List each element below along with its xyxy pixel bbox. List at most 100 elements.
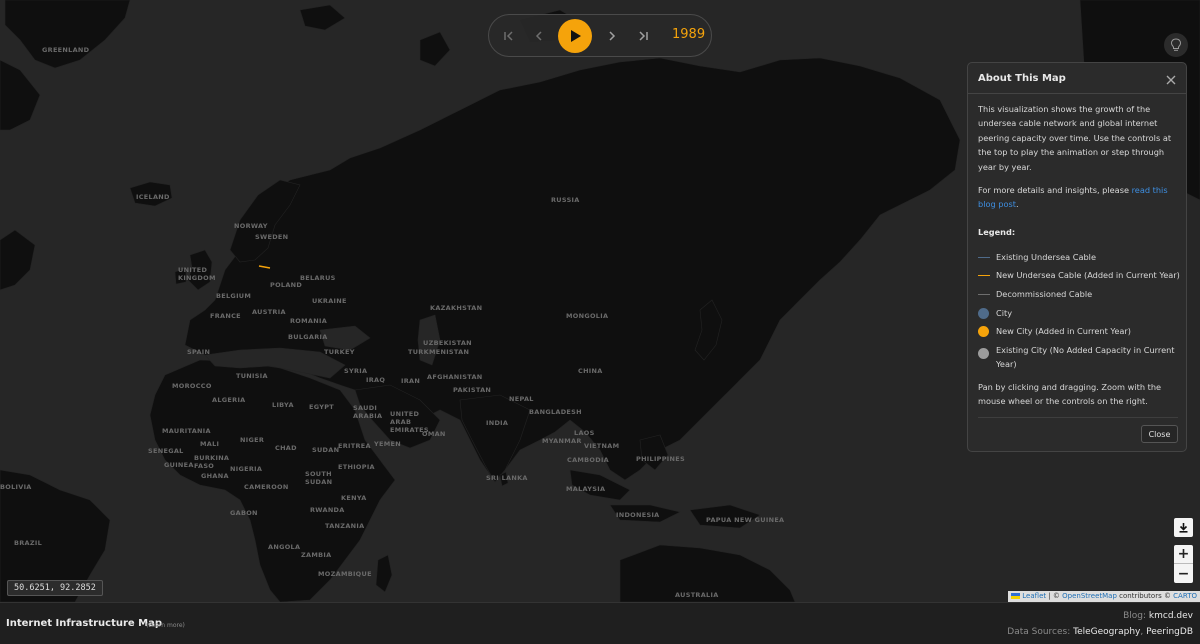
label-poland: POLAND xyxy=(270,281,303,289)
legend-label: Existing City (No Added Capacity in Curr… xyxy=(996,345,1175,369)
plus-icon: + xyxy=(1177,546,1190,562)
legend-city: City xyxy=(978,306,1012,320)
label-ethiopia: ETHIOPIA xyxy=(338,463,375,471)
leaflet-link[interactable]: Leaflet xyxy=(1022,592,1046,600)
label-bulgaria: BULGARIA xyxy=(288,333,328,341)
label-romania: ROMANIA xyxy=(290,317,328,325)
label-pakistan: PAKISTAN xyxy=(453,386,492,394)
label-egypt: EGYPT xyxy=(309,403,335,411)
label-rwanda: RWANDA xyxy=(310,506,345,514)
legend-existing-cable: Existing Undersea Cable xyxy=(978,250,1096,264)
existing-city-swatch xyxy=(978,348,989,359)
label-tanzania: TANZANIA xyxy=(325,522,365,530)
close-icon xyxy=(1166,75,1176,85)
attribution-sep: | © xyxy=(1046,592,1063,600)
legend-label: New City (Added in Current Year) xyxy=(996,326,1131,336)
label-srilanka: SRI LANKA xyxy=(486,474,528,482)
telegeography-link[interactable]: TeleGeography xyxy=(1073,627,1140,637)
previous-year-button[interactable] xyxy=(531,15,547,56)
skip-end-icon xyxy=(639,30,648,41)
play-icon xyxy=(571,30,581,42)
legend-label: New Undersea Cable (Added in Current Yea… xyxy=(996,270,1180,280)
label-syria: SYRIA xyxy=(344,367,368,375)
label-austria: AUSTRIA xyxy=(252,308,286,316)
label-saudi: SAUDI ARABIA xyxy=(353,404,383,420)
label-bangladesh: BANGLADESH xyxy=(529,408,582,416)
label-png: PAPUA NEW GUINEA xyxy=(706,516,785,524)
label-uk: UNITED KINGDOM xyxy=(178,266,216,282)
label-ghana: GHANA xyxy=(201,472,229,480)
label-iraq: IRAQ xyxy=(366,376,386,384)
learn-more-link[interactable]: (Learn more) xyxy=(146,622,185,629)
label-zambia: ZAMBIA xyxy=(301,551,332,559)
label-ukraine: UKRAINE xyxy=(312,297,347,305)
existing-cable-swatch xyxy=(978,256,990,258)
label-china: CHINA xyxy=(578,367,603,375)
label-indonesia: INDONESIA xyxy=(616,511,660,519)
zoom-in-button[interactable]: + xyxy=(1174,545,1193,564)
osm-link[interactable]: OpenStreetMap xyxy=(1062,592,1117,600)
legend-decommissioned-cable: Decommissioned Cable xyxy=(978,287,1092,301)
label-nigeria: NIGERIA xyxy=(230,465,263,473)
legend-new-city: New City (Added in Current Year) xyxy=(978,324,1131,338)
app-title: Internet Infrastructure Map xyxy=(6,618,163,629)
current-year: 1989 xyxy=(672,27,706,42)
new-cable-swatch xyxy=(978,274,990,276)
info-toggle-button[interactable] xyxy=(1164,33,1188,57)
label-turkmenistan: TURKMENISTAN xyxy=(408,348,470,356)
skip-to-end-button[interactable] xyxy=(633,15,653,56)
footer: Internet Infrastructure Map (Learn more)… xyxy=(0,602,1200,644)
label-guinea: GUINEA xyxy=(164,461,194,469)
label-iceland: ICELAND xyxy=(136,193,170,201)
label-bolivia: BOLIVIA xyxy=(0,483,32,491)
cursor-coordinates: 50.6251, 92.2852 xyxy=(7,580,103,596)
label-angola: ANGOLA xyxy=(268,543,301,551)
city-swatch xyxy=(978,307,989,319)
data-sources: Data Sources: TeleGeography, PeeringDB xyxy=(1007,627,1193,637)
label-yemen: YEMEN xyxy=(374,440,401,448)
label-australia: AUSTRALIA xyxy=(675,591,719,599)
label-greenland: GREENLAND xyxy=(42,46,90,54)
label-chad: CHAD xyxy=(275,444,297,452)
about-description: This visualization shows the growth of t… xyxy=(978,104,1172,172)
new-city-swatch xyxy=(978,325,989,337)
label-cambodia: CAMBODIA xyxy=(567,456,609,464)
flag-icon xyxy=(1011,593,1021,599)
blog-prefix: For more details and insights, please xyxy=(978,185,1132,195)
label-india: INDIA xyxy=(486,419,509,427)
label-france: FRANCE xyxy=(210,312,241,320)
skip-start-icon xyxy=(504,30,513,41)
sources-label: Data Sources: xyxy=(1007,627,1074,637)
legend-label: Existing Undersea Cable xyxy=(996,252,1096,262)
label-sudan: SUDAN xyxy=(312,446,340,454)
label-russia: RUSSIA xyxy=(551,196,580,204)
download-button[interactable] xyxy=(1174,518,1193,537)
label-kazakhstan: KAZAKHSTAN xyxy=(430,304,483,312)
label-mali: MALI xyxy=(200,440,220,448)
next-year-button[interactable] xyxy=(604,15,620,56)
peeringdb-link[interactable]: PeeringDB xyxy=(1146,627,1193,637)
carto-link[interactable]: CARTO xyxy=(1173,592,1197,600)
skip-to-start-button[interactable] xyxy=(499,15,519,56)
label-niger: NIGER xyxy=(240,436,265,444)
minus-icon: − xyxy=(1177,565,1190,582)
label-mongolia: MONGOLIA xyxy=(566,312,609,320)
label-uae: UNITED ARAB EMIRATES xyxy=(390,410,429,434)
lightbulb-icon xyxy=(1170,38,1182,51)
blog-link[interactable]: kmcd.dev xyxy=(1149,611,1193,621)
app: GREENLAND ICELAND NORWAY SWEDEN UNITED K… xyxy=(0,0,1200,644)
label-belgium: BELGIUM xyxy=(216,292,252,300)
legend-label: City xyxy=(996,308,1013,318)
legend-new-cable: New Undersea Cable (Added in Current Yea… xyxy=(978,268,1180,282)
play-button[interactable] xyxy=(558,19,592,53)
about-title: About This Map xyxy=(978,73,1066,84)
label-senegal: SENEGAL xyxy=(148,447,184,455)
map-attribution: Leaflet | © OpenStreetMap contributors ©… xyxy=(1008,591,1200,602)
chevron-right-icon xyxy=(609,30,616,41)
label-morocco: MOROCCO xyxy=(172,382,212,390)
zoom-out-button[interactable]: − xyxy=(1174,564,1193,583)
close-button[interactable]: Close xyxy=(1141,425,1178,443)
close-about-button[interactable] xyxy=(1164,72,1178,86)
label-kenya: KENYA xyxy=(341,494,367,502)
decommissioned-cable-swatch xyxy=(978,293,990,295)
